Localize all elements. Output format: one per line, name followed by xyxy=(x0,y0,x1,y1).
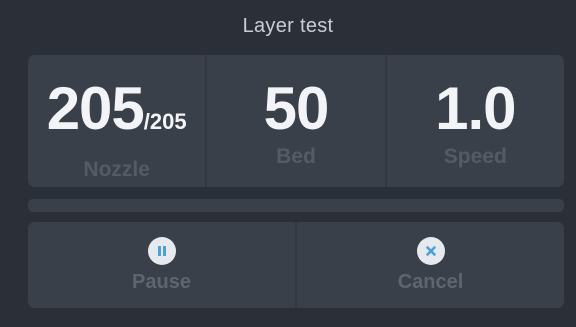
nozzle-label: Nozzle xyxy=(83,158,150,181)
action-bar: Pause Cancel xyxy=(28,222,564,308)
stats-panel: 205/205 Nozzle 50 Bed 1.0 Speed xyxy=(28,55,564,187)
nozzle-current-temp: 205 xyxy=(46,75,145,142)
speed-value: 1.0 xyxy=(435,75,516,142)
pause-icon xyxy=(147,236,176,265)
bed-temperature: 50 xyxy=(263,75,330,142)
nozzle-temperature: 205/205 xyxy=(47,79,187,152)
speed-stat[interactable]: 1.0 Speed xyxy=(384,55,564,187)
pause-button[interactable]: Pause xyxy=(28,222,295,308)
print-progress-bar xyxy=(28,199,564,212)
bed-label: Bed xyxy=(276,145,316,168)
close-icon xyxy=(416,236,445,265)
page-title: Layer test xyxy=(242,14,334,37)
speed-label: Speed xyxy=(443,145,507,168)
nozzle-target-temp: /205 xyxy=(143,109,187,134)
print-status-screen: Layer test 205/205 Nozzle 50 Bed 1.0 Spe… xyxy=(0,0,576,327)
cancel-label: Cancel xyxy=(397,270,464,293)
pause-label: Pause xyxy=(132,270,191,293)
bed-stat[interactable]: 50 Bed xyxy=(205,55,384,187)
nozzle-stat[interactable]: 205/205 Nozzle xyxy=(28,55,205,187)
cancel-button[interactable]: Cancel xyxy=(295,222,564,308)
